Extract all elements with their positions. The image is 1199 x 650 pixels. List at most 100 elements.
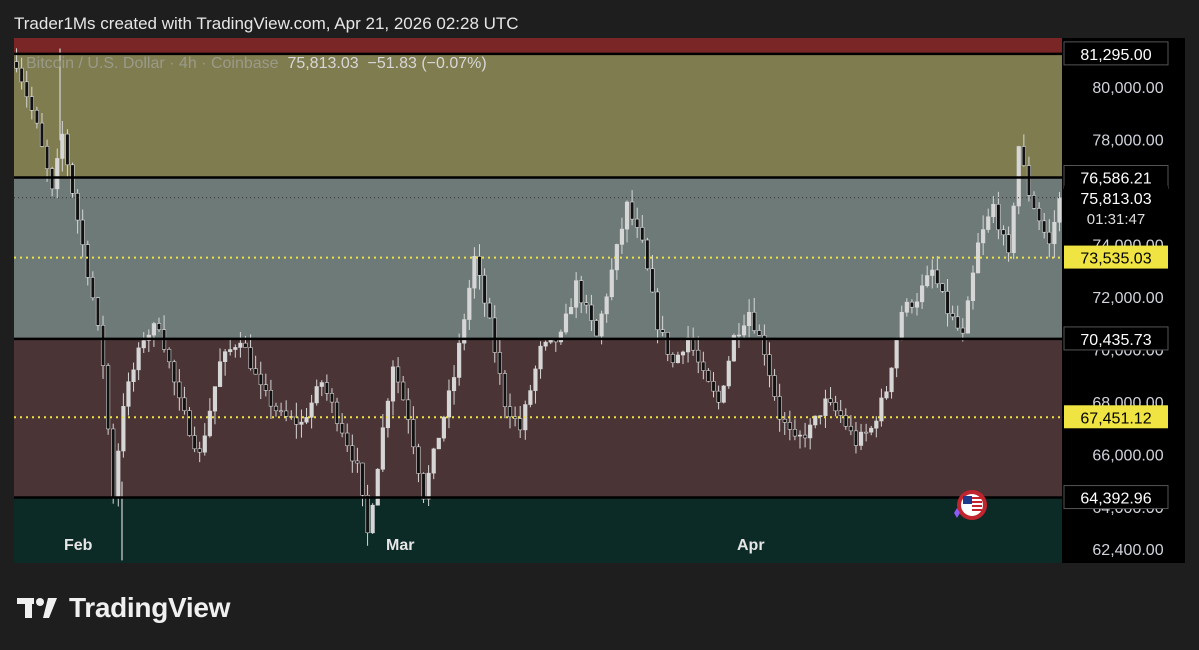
candle-body (304, 417, 309, 423)
chart-header: Trader1Ms created with TradingView.com, … (14, 14, 519, 33)
candle-body (1011, 205, 1016, 254)
price-tick-label: 72,000.00 (1092, 290, 1163, 307)
candle-body (808, 424, 813, 439)
candle-body (182, 397, 187, 411)
candle-body (996, 203, 1001, 231)
candle-body (390, 366, 396, 402)
candle-body (80, 219, 85, 245)
candle (375, 468, 380, 506)
candle-body (258, 373, 263, 386)
candle-body (268, 390, 273, 407)
tradingview-logo[interactable]: TradingView (17, 592, 230, 624)
candle-body (100, 325, 106, 366)
candle-body (630, 201, 635, 220)
candle-body (1006, 234, 1011, 254)
candle-body (401, 381, 406, 401)
candle-body (355, 460, 360, 464)
candle-body (864, 431, 869, 434)
candle-body (284, 410, 289, 417)
candle-body (243, 342, 248, 348)
candle-body (975, 242, 981, 274)
candle-body (828, 398, 833, 403)
price-chart[interactable]: 80,000.0078,000.0074,000.0072,000.0070,0… (14, 38, 1185, 563)
time-axis-label: Mar (386, 537, 414, 554)
candle-body (314, 386, 319, 404)
candle-body (711, 381, 716, 392)
candle-body (309, 402, 314, 418)
candle-body (604, 296, 609, 315)
level-label: 70,435.73 (1080, 332, 1151, 349)
candle-body (34, 109, 39, 124)
candle-body (263, 384, 268, 391)
time-axis-label: Apr (737, 537, 765, 554)
candle-body (533, 368, 538, 391)
candle-body (441, 416, 446, 439)
candle-body (706, 370, 711, 382)
candle-body (624, 201, 630, 230)
candle-body (797, 434, 803, 437)
candle-body (945, 291, 950, 314)
candle-body (467, 287, 472, 320)
candle-body (136, 347, 141, 371)
candle-body (579, 280, 584, 304)
candle (594, 319, 599, 337)
price-tick-label: 62,400.00 (1092, 542, 1163, 559)
candle-body (350, 445, 355, 462)
price-tick-label: 78,000.00 (1092, 132, 1163, 149)
candle-body (253, 368, 258, 375)
candle-body (635, 218, 640, 228)
candle-body (14, 61, 19, 69)
candle-body (696, 349, 701, 363)
candle-body (192, 435, 197, 450)
candle-body (426, 472, 431, 500)
candle-body (655, 291, 660, 330)
candle-body (609, 269, 614, 298)
chart-area[interactable]: 80,000.0078,000.0074,000.0072,000.0070,0… (14, 38, 1185, 563)
candle-body (716, 390, 721, 403)
candle-body (920, 285, 925, 303)
candle (940, 283, 945, 293)
candle-body (528, 390, 533, 405)
candle-body (202, 435, 207, 453)
candle (370, 503, 375, 534)
tradingview-logo-icon (17, 598, 57, 618)
candle-body (233, 347, 238, 350)
candle-body (925, 275, 930, 287)
candle-body (477, 256, 482, 276)
candle-body (568, 306, 574, 315)
candle-body (329, 393, 335, 403)
candle-body (141, 340, 146, 349)
candle (70, 162, 75, 198)
candle-body (416, 446, 421, 474)
candle-body (451, 377, 457, 392)
candle-body (726, 360, 731, 387)
candle-body (299, 421, 304, 425)
candle-body (574, 280, 579, 308)
candle-body (370, 504, 375, 534)
price-tick-label: 66,000.00 (1092, 447, 1163, 464)
candle (1016, 145, 1021, 215)
candle-body (1042, 220, 1047, 233)
candle-body (701, 361, 706, 371)
candle-body (39, 122, 45, 147)
candle-body (406, 399, 411, 420)
candle-body (472, 256, 477, 289)
candle-body (1057, 197, 1062, 223)
candle-body (446, 390, 452, 418)
candle-body (197, 448, 202, 453)
candle-body (167, 349, 172, 363)
candle-body (558, 331, 563, 343)
candle-body (813, 415, 818, 426)
candle (721, 385, 726, 404)
candle-body (396, 366, 401, 383)
time-axis-label: Feb (64, 537, 93, 554)
candle-body (675, 354, 680, 364)
candle-body (721, 385, 726, 403)
candle-body (736, 334, 742, 337)
candle-body (619, 228, 625, 245)
candle-body (55, 158, 60, 190)
candle-body (1021, 146, 1026, 166)
candle-body (436, 437, 441, 450)
candle-body (518, 418, 523, 431)
candle-body (538, 345, 543, 370)
